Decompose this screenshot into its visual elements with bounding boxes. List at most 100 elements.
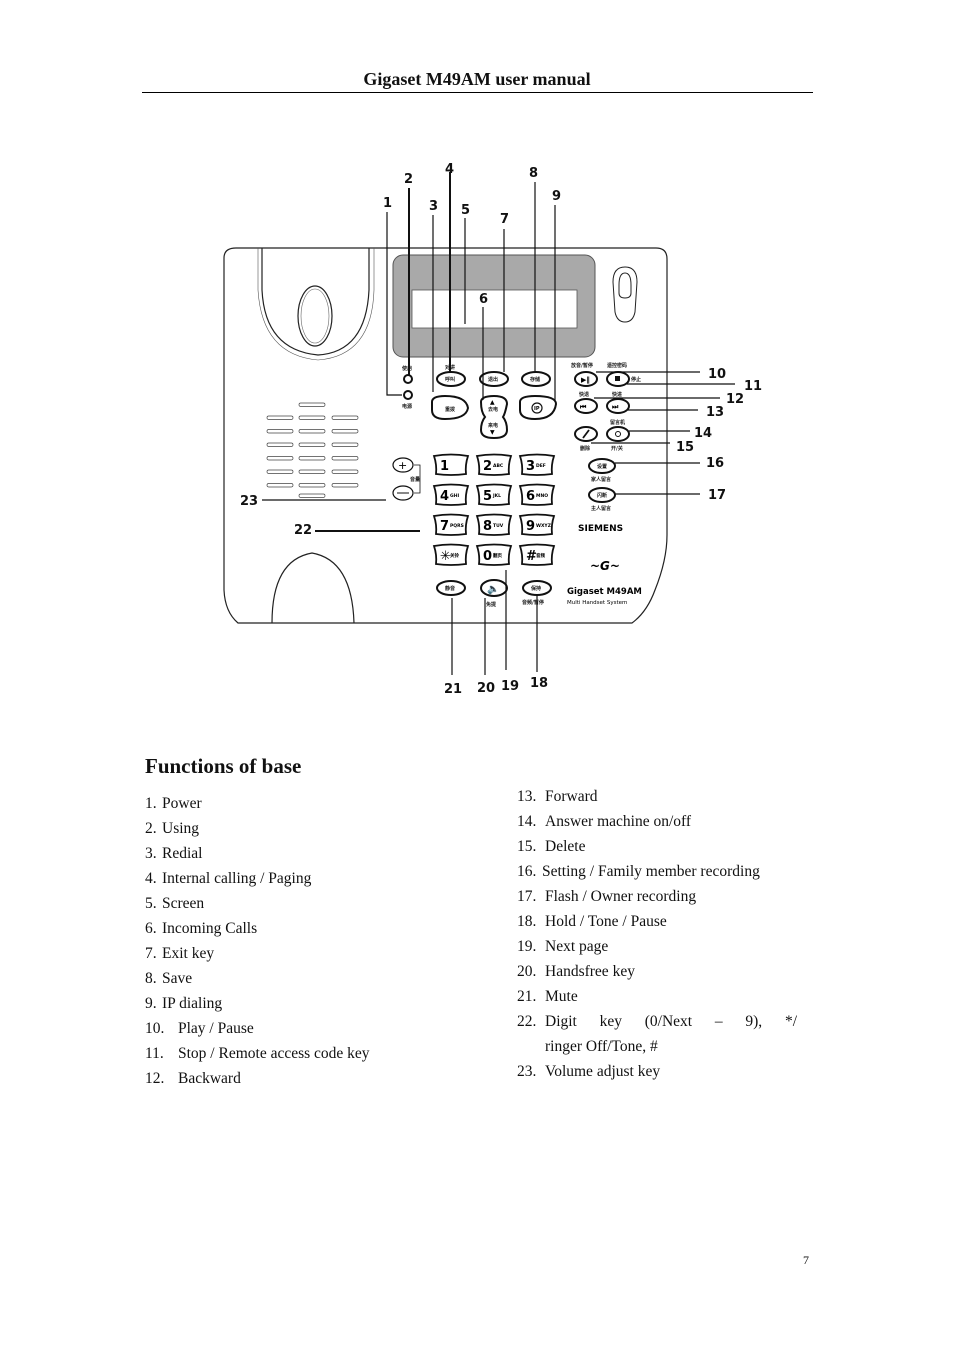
function-item: 2. Using [145,816,370,841]
function-item: 9. IP dialing [145,991,370,1016]
phone-base-diagram: 使用 电源 对讲 呼叫 退出 存储 重拨 ▲ 去电 来电 ▼ IP 放音/暂停 … [223,162,762,697]
callout-number-19: 19 [501,679,519,694]
keypad-letters: 翻页 [493,552,502,559]
nav-up-icon: ▲ [490,399,495,406]
volume-label: 音量 [410,476,420,483]
function-item-continuation: ringer Off/Tone, # [545,1038,658,1055]
callout-number-9: 9 [552,189,561,204]
mute-button-label: 静音 [445,585,455,592]
display-screen [411,289,578,329]
function-item: 22. Digit key (0/Next – 9), */ [517,1009,798,1034]
answer-machine-top-label: 留言机 [610,419,625,426]
callout-number-3: 3 [429,199,438,214]
keypad-letters: JKL [492,493,501,499]
function-number: 17. [517,888,537,905]
keypad-digit: 6 [526,489,535,504]
handsfree-bottom-label: 免提 [486,601,497,608]
callout-number-6: 6 [479,292,488,307]
keypad-letters: MNO [536,493,548,499]
function-text: Stop / Remote access code key [178,1045,370,1062]
delete-bottom-label: 删除 [580,445,591,452]
function-item: 1. Power [145,791,370,816]
function-number: 10. [145,1020,165,1037]
function-number: 13. [517,788,537,805]
functions-list-left: 1. Power 2. Using 3. Redial 4. Internal calling… [145,791,370,1091]
callout-number-20: 20 [477,681,495,696]
intercom-button-label: 呼叫 [445,376,455,383]
flash-bottom-label: 主人留言 [591,505,611,512]
callout-number-4: 4 [445,162,454,177]
callout-number-8: 8 [529,166,538,181]
grille-slot [266,415,294,420]
callout-number-10: 10 [708,367,726,382]
brand-logo: SIEMENS [578,524,623,534]
grille-slot [298,402,326,407]
function-item: 3. Redial [145,841,370,866]
function-item: 15. Delete [517,834,798,859]
keypad-letters: DEF [536,463,546,469]
callout-number-17: 17 [708,488,726,503]
callout-number-21: 21 [444,682,462,697]
callout-number-11: 11 [744,379,762,394]
keypad-letters: PQRS [450,523,464,529]
function-number: 1. [145,795,157,812]
speaker-icon: 🔈 [487,584,499,595]
grille-slot [331,442,359,447]
function-text: Power [162,795,202,812]
play-pause-top-label: 放音/暂停 [570,362,593,369]
model-name: Gigaset M49AM [567,587,642,597]
keypad-letters: GHI [450,493,459,499]
answer-machine-button[interactable] [606,426,630,442]
function-number: 15. [517,838,537,855]
callout-number-22: 22 [294,523,312,538]
function-text: Handsfree key [545,963,635,980]
outgoing-label: 去电 [488,406,498,413]
function-number: 4. [145,870,157,887]
callout-number-7: 7 [500,212,509,227]
function-item: 4. Internal calling / Paging [145,866,370,891]
grille-slot [266,429,294,434]
callout-number-12: 12 [726,392,744,407]
section-title: Functions of base [145,754,302,778]
function-item: 8. Save [145,966,370,991]
flash-button-label: 闪断 [597,492,607,499]
function-text: Mute [545,988,578,1005]
function-item: 14. Answer machine on/off [517,809,798,834]
grille-slot [266,469,294,474]
grille-slot [266,442,294,447]
function-item: 5. Screen [145,891,370,916]
incoming-label: 来电 [487,422,498,429]
function-number: 8. [145,970,157,987]
function-item: 12. Backward [145,1066,370,1091]
function-number: 3. [145,845,157,862]
keypad-digit: 3 [526,459,535,474]
grille-slot [298,442,326,447]
redial-button-label: 重拨 [445,406,456,413]
grille-slot [266,483,294,488]
model-subtitle: Multi Handset System [567,600,627,606]
grille-slot [331,469,359,474]
function-number: 11. [145,1045,164,1062]
functions-list-right: 13. Forward 14. Answer machine on/off 15. Del… [517,784,798,1084]
function-text: Exit key [162,945,215,962]
function-item: 18. Hold / Tone / Pause [517,909,798,934]
keypad-digit: 1 [440,459,449,474]
function-number: 19. [517,938,537,955]
setting-bottom-label: 家人留言 [591,476,611,483]
function-text: Backward [178,1070,241,1087]
function-text: Digit key (0/Next – 9), */ [545,1013,797,1030]
keypad-letters: TUV [493,523,504,529]
keypad-letters: ABC [493,463,504,469]
page-number: 7 [803,1253,809,1267]
save-button-label: 存储 [529,376,540,383]
function-number: 5. [145,895,157,912]
forward-icon: ⏭ [612,403,619,411]
keypad-digit: 2 [483,459,492,474]
stop-side-label: 停止 [631,376,641,383]
function-text: Using [162,820,200,837]
function-item: 16. Setting / Family member recording [517,859,798,884]
power-led-label: 电源 [402,403,412,410]
function-item: 6. Incoming Calls [145,916,370,941]
function-number: 20. [517,963,537,980]
function-text: Forward [545,788,598,805]
